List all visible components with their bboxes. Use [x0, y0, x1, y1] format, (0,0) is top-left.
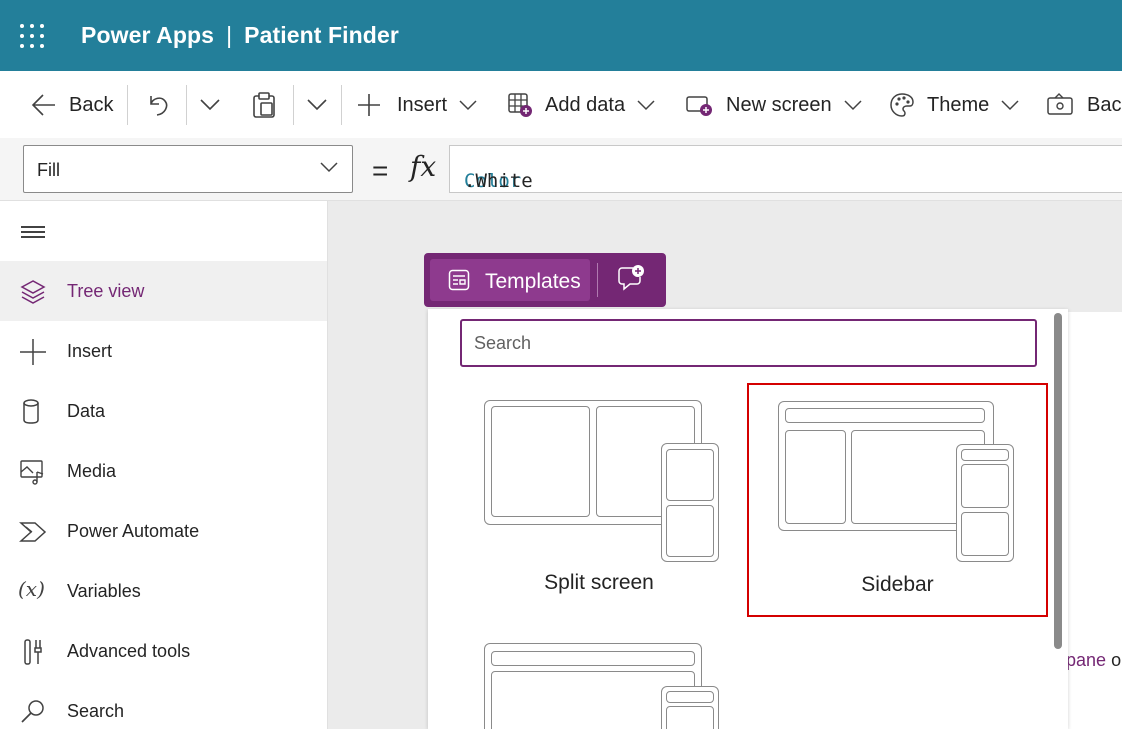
pane-trailing-text: or — [1111, 650, 1122, 670]
nav-label: Advanced tools — [67, 641, 191, 661]
back-label: Back — [69, 93, 114, 116]
app-launcher-icon[interactable] — [20, 24, 44, 48]
plus-icon — [358, 94, 380, 116]
app-name: Patient Finder — [244, 22, 399, 48]
template-icon — [448, 269, 470, 291]
layers-icon — [20, 280, 46, 304]
paste-icon — [253, 92, 275, 118]
paste-dropdown[interactable] — [307, 89, 327, 121]
title-bar: Power Apps | Patient Finder — [0, 0, 1122, 71]
chevron-down-icon — [320, 162, 338, 173]
left-nav: Tree view Insert Data Media Power Automa… — [0, 201, 328, 729]
equals-sign: = — [372, 155, 389, 186]
scrollbar-thumb[interactable] — [1054, 313, 1062, 649]
background-button[interactable]: Bac — [1047, 89, 1121, 121]
nav-label: Power Automate — [67, 521, 200, 541]
nav-item-insert[interactable]: Insert — [0, 321, 327, 381]
comment-add-icon[interactable] — [617, 264, 645, 292]
divider — [127, 85, 128, 125]
template-phone-thumbnail — [661, 443, 719, 562]
chevron-down-icon — [459, 99, 477, 110]
back-button[interactable]: Back — [31, 89, 113, 121]
template-caption: Split screen — [544, 571, 654, 594]
palette-icon — [890, 93, 914, 117]
chevron-down-icon — [307, 99, 327, 111]
template-sidebar[interactable]: Sidebar — [747, 383, 1048, 617]
table-add-icon — [508, 93, 532, 117]
divider — [341, 85, 342, 125]
background-label: Bac — [1087, 93, 1122, 116]
background-icon — [1047, 93, 1073, 115]
power-automate-icon — [19, 522, 47, 542]
undo-dropdown[interactable] — [200, 89, 220, 121]
command-bar: Back Insert Add data New screen Theme Ba… — [0, 71, 1122, 138]
chevron-down-icon — [637, 99, 655, 110]
screen-add-icon — [686, 96, 712, 116]
product-name: Power Apps — [81, 22, 215, 48]
variables-icon: (x) — [18, 577, 45, 601]
chevron-down-icon — [200, 99, 220, 111]
template-phone-thumbnail — [956, 444, 1014, 562]
back-arrow-icon — [31, 94, 55, 116]
nav-item-tree-view[interactable]: Tree view — [0, 261, 327, 321]
new-screen-label: New screen — [726, 93, 832, 116]
nav-item-power-automate[interactable]: Power Automate — [0, 501, 327, 561]
database-icon — [23, 399, 39, 424]
template-search[interactable] — [460, 319, 1037, 367]
nav-item-variables[interactable]: (x) Variables — [0, 561, 327, 621]
nav-label: Media — [67, 461, 117, 481]
property-dropdown[interactable]: Fill — [23, 145, 353, 193]
formula-rest: .White — [464, 170, 533, 192]
theme-button[interactable]: Theme — [889, 89, 1019, 121]
property-value: Fill — [37, 160, 60, 180]
nav-label: Tree view — [67, 281, 145, 301]
template-search-input[interactable] — [462, 321, 1035, 365]
app-title: Power Apps | Patient Finder — [81, 22, 399, 49]
nav-label: Insert — [67, 341, 113, 361]
nav-label: Variables — [67, 581, 141, 601]
new-screen-button[interactable]: New screen — [686, 89, 862, 121]
undo-button[interactable] — [147, 89, 169, 121]
add-data-button[interactable]: Add data — [507, 89, 655, 121]
search-icon — [21, 700, 44, 723]
nav-item-media[interactable]: Media — [0, 441, 327, 501]
templates-panel: Split screen Sidebar — [428, 309, 1068, 729]
nav-item-search[interactable]: Search — [0, 681, 327, 729]
nav-label: Search — [67, 701, 125, 721]
pane-hint-text: pane or — [1066, 650, 1122, 671]
templates-label: Templates — [485, 270, 581, 293]
insert-label: Insert — [397, 93, 448, 116]
nav-item-advanced-tools[interactable]: Advanced tools — [0, 621, 327, 681]
template-caption: Sidebar — [861, 573, 934, 596]
add-data-label: Add data — [545, 93, 626, 116]
fx-icon[interactable]: fx — [410, 150, 436, 183]
formula-bar: Fill = fx Color .White — [0, 138, 1122, 201]
tools-icon — [24, 639, 42, 665]
insert-button[interactable]: Insert — [357, 89, 477, 121]
nav-label: Data — [67, 401, 106, 421]
template-header-layout[interactable] — [484, 643, 724, 729]
divider — [597, 263, 598, 297]
templates-button[interactable]: Templates — [430, 259, 590, 301]
nav-item-data[interactable]: Data — [0, 381, 327, 441]
paste-button[interactable] — [252, 89, 276, 121]
collapse-menu-icon[interactable] — [21, 224, 45, 238]
title-separator: | — [226, 22, 233, 48]
templates-toolbar: Templates — [424, 253, 666, 307]
plus-icon — [20, 339, 46, 365]
divider — [186, 85, 187, 125]
theme-label: Theme — [927, 93, 990, 116]
template-split-screen[interactable]: Split screen — [480, 397, 720, 597]
undo-icon — [150, 96, 168, 116]
pane-link[interactable]: pane — [1066, 650, 1106, 670]
formula-input[interactable]: Color .White — [449, 145, 1122, 193]
template-phone-thumbnail — [661, 686, 719, 729]
media-icon — [20, 460, 44, 485]
divider — [293, 85, 294, 125]
chevron-down-icon — [844, 99, 862, 110]
chevron-down-icon — [1001, 99, 1019, 110]
